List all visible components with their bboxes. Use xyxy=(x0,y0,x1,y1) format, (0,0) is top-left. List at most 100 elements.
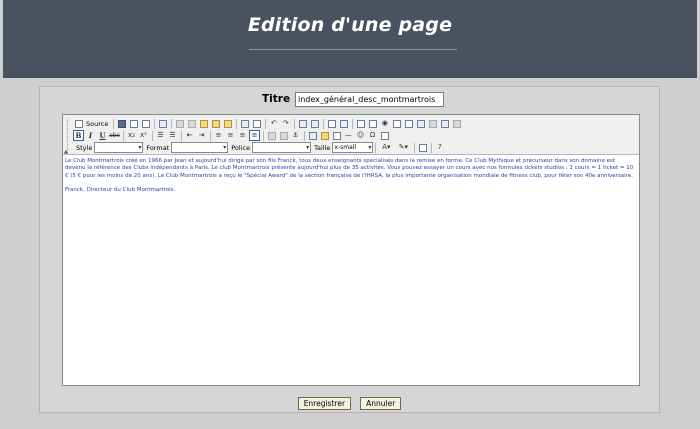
numbered-list-icon[interactable]: ☰ xyxy=(155,130,166,141)
about-icon[interactable]: ? xyxy=(434,142,445,153)
bold-button[interactable]: B xyxy=(73,130,84,141)
size-value: x-small xyxy=(334,144,357,151)
remove-format-icon[interactable] xyxy=(338,118,349,129)
align-center-icon[interactable]: ≡ xyxy=(225,130,236,141)
text-color-icon[interactable]: A▾ xyxy=(378,142,394,153)
textarea-icon[interactable] xyxy=(403,118,414,129)
smiley-icon[interactable]: ☺ xyxy=(355,130,366,141)
format-label: Format xyxy=(146,143,170,152)
toolbar-separator xyxy=(113,118,115,129)
header-divider xyxy=(249,49,457,50)
toolbar-separator xyxy=(352,118,354,129)
templates-icon[interactable] xyxy=(157,118,168,129)
source-icon[interactable] xyxy=(73,118,84,129)
toolbar-separator xyxy=(431,142,433,153)
hidden-field-icon[interactable] xyxy=(451,118,462,129)
toolbar-separator xyxy=(294,118,296,129)
page-break-icon[interactable] xyxy=(379,130,390,141)
toolbar-separator xyxy=(171,118,173,129)
textfield-icon[interactable] xyxy=(391,118,402,129)
strike-button[interactable]: abc xyxy=(109,130,120,141)
content-paragraph: Le Club Montmartrois créé en 1966 par Je… xyxy=(65,158,634,179)
anchor-icon[interactable]: ⚓ xyxy=(290,130,301,141)
cut-icon[interactable] xyxy=(174,118,185,129)
align-right-icon[interactable]: ≡ xyxy=(237,130,248,141)
toolbar-separator xyxy=(210,130,211,141)
toolbar-separator xyxy=(236,118,238,129)
radio-icon[interactable]: ◉ xyxy=(379,118,390,129)
save-icon[interactable] xyxy=(116,118,127,129)
find-icon[interactable] xyxy=(297,118,308,129)
select-icon[interactable] xyxy=(415,118,426,129)
unlink-icon[interactable] xyxy=(278,130,289,141)
toolbar-separator xyxy=(304,130,305,141)
indent-icon[interactable]: ⇥ xyxy=(196,130,207,141)
rich-text-editor: Source ↶ ↷ ◉ B I U abc x₂ x² ☰ ☰ ⇤ ⇥ ≡ ≡… xyxy=(62,114,640,386)
underline-button[interactable]: U xyxy=(97,130,108,141)
page-header: Edition d'une page xyxy=(3,0,697,78)
italic-button[interactable]: I xyxy=(85,130,96,141)
style-label: Style xyxy=(76,143,93,152)
toolbar-separator xyxy=(265,118,267,129)
format-select[interactable] xyxy=(171,142,229,153)
new-page-icon[interactable] xyxy=(128,118,139,129)
preview-icon[interactable] xyxy=(140,118,151,129)
button-icon[interactable] xyxy=(427,118,438,129)
font-label: Police xyxy=(231,143,251,152)
style-select[interactable] xyxy=(94,142,144,153)
toolbar-grip[interactable] xyxy=(67,118,70,129)
edit-panel: Titre : Source xyxy=(39,86,660,413)
flash-icon[interactable] xyxy=(319,130,330,141)
redo-icon[interactable]: ↷ xyxy=(280,118,291,129)
paste-text-icon[interactable] xyxy=(210,118,221,129)
toolbar-separator xyxy=(263,130,264,141)
toolbar-separator xyxy=(414,142,416,153)
link-icon[interactable] xyxy=(266,130,277,141)
page-title: Edition d'une page xyxy=(247,14,453,36)
title-row: Titre : xyxy=(40,92,659,108)
size-label: Taille xyxy=(314,143,331,152)
title-input[interactable] xyxy=(295,92,444,107)
toolbar-separator xyxy=(375,142,377,153)
toolbar-separator xyxy=(152,130,153,141)
toolbar-separator xyxy=(123,130,124,141)
size-select[interactable]: x-small xyxy=(332,142,374,153)
superscript-button[interactable]: x² xyxy=(138,130,149,141)
table-icon[interactable] xyxy=(331,130,342,141)
paste-word-icon[interactable] xyxy=(222,118,233,129)
title-label: Titre : xyxy=(262,93,298,105)
print-icon[interactable] xyxy=(239,118,250,129)
checkbox-icon[interactable] xyxy=(367,118,378,129)
save-button[interactable]: Enregistrer xyxy=(297,397,352,410)
special-char-icon[interactable]: Ω xyxy=(367,130,378,141)
editor-toolbar: Source ↶ ↷ ◉ B I U abc x₂ x² ☰ ☰ ⇤ ⇥ ≡ ≡… xyxy=(63,115,639,155)
replace-icon[interactable] xyxy=(309,118,320,129)
outdent-icon[interactable]: ⇤ xyxy=(184,130,195,141)
cancel-button[interactable]: Annuler xyxy=(360,397,402,410)
align-left-icon[interactable]: ≡ xyxy=(213,130,224,141)
toolbar-separator xyxy=(154,118,156,129)
maximize-icon[interactable] xyxy=(417,142,428,153)
form-buttons: Enregistrer Annuler xyxy=(40,391,659,410)
source-button-label[interactable]: Source xyxy=(86,120,108,128)
select-all-icon[interactable] xyxy=(326,118,337,129)
toolbar-separator xyxy=(323,118,325,129)
image-button-icon[interactable] xyxy=(439,118,450,129)
bg-color-icon[interactable]: ✎▾ xyxy=(395,142,411,153)
paste-icon[interactable] xyxy=(198,118,209,129)
spellcheck-icon[interactable] xyxy=(251,118,262,129)
image-icon[interactable] xyxy=(307,130,318,141)
rule-icon[interactable]: — xyxy=(343,130,354,141)
copy-icon[interactable] xyxy=(186,118,197,129)
editor-content[interactable]: Le Club Montmartrois créé en 1966 par Je… xyxy=(63,155,639,385)
font-select[interactable] xyxy=(252,142,312,153)
toolbar-separator xyxy=(181,130,182,141)
form-icon[interactable] xyxy=(355,118,366,129)
bulleted-list-icon[interactable]: ☰ xyxy=(167,130,178,141)
undo-icon[interactable]: ↶ xyxy=(268,118,279,129)
content-paragraph: Franck, Directeur du Club Montmartrois. xyxy=(65,186,176,193)
justify-icon[interactable]: ≡ xyxy=(249,130,260,141)
subscript-button[interactable]: x₂ xyxy=(126,130,137,141)
toolbar-row-3: Style Format Police Taille x-small A▾ ✎▾… xyxy=(67,141,446,154)
toolbar-grip[interactable] xyxy=(67,130,70,141)
